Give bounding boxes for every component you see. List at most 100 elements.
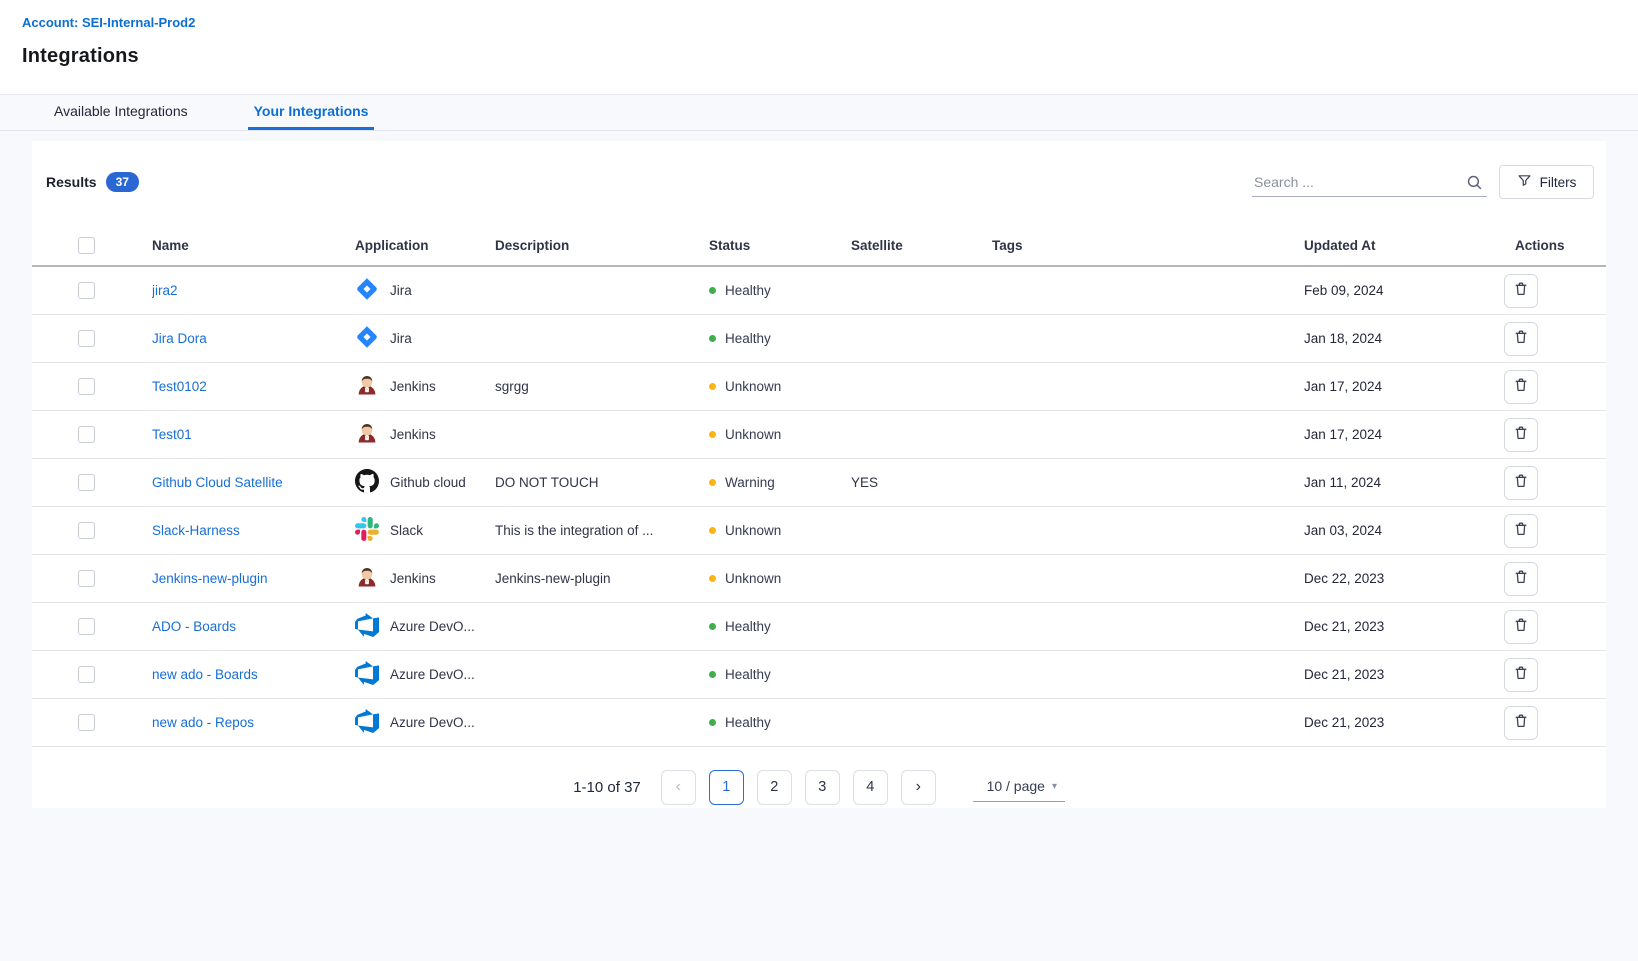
filters-button-label: Filters [1540,175,1577,190]
status-dot [709,527,716,534]
delete-button[interactable] [1504,610,1538,644]
page-size-select[interactable]: 10 / page ▾ [973,772,1065,802]
table-row: new ado - Boards Azure DevO... Healthy Dec … [32,651,1606,699]
row-checkbox[interactable] [78,618,95,635]
description-cell: DO NOT TOUCH [495,475,709,490]
trash-icon [1513,329,1529,348]
updated-at-cell: Feb 09, 2024 [1304,283,1504,298]
table-row: new ado - Repos Azure DevO... Healthy Dec 2… [32,699,1606,747]
integration-name-link[interactable]: Jenkins-new-plugin [152,571,268,586]
status-label: Healthy [725,715,771,730]
row-checkbox[interactable] [78,570,95,587]
integrations-table: Name Application Description Status Sate… [32,225,1606,747]
status-dot [709,287,716,294]
status-dot [709,335,716,342]
chevron-down-icon: ▾ [1052,781,1057,792]
page-number-buttons: 1234 [709,770,888,805]
integration-name-link[interactable]: jira2 [152,283,178,298]
delete-button[interactable] [1504,322,1538,356]
delete-button[interactable] [1504,274,1538,308]
integration-name-link[interactable]: Test01 [152,427,192,442]
page-button-1[interactable]: 1 [709,770,744,805]
integration-name-link[interactable]: Slack-Harness [152,523,240,538]
status-label: Healthy [725,331,771,346]
page-button-2[interactable]: 2 [757,770,792,805]
account-breadcrumb-link[interactable]: Account: SEI-Internal-Prod2 [22,15,195,30]
search-icon [1466,174,1483,196]
satellite-cell: YES [851,475,992,490]
tab-available-integrations[interactable]: Available Integrations [48,95,194,130]
delete-button[interactable] [1504,706,1538,740]
trash-icon [1513,281,1529,300]
updated-at-cell: Dec 22, 2023 [1304,571,1504,586]
table-row: Jira DoraJiraHealthyJan 18, 2024 [32,315,1606,363]
delete-button[interactable] [1504,466,1538,500]
application-label: Jira [390,331,412,346]
page-button-3[interactable]: 3 [805,770,840,805]
select-all-checkbox[interactable] [78,237,95,254]
filters-button[interactable]: Filters [1499,165,1594,199]
table-row: Test01JenkinsUnknownJan 17, 2024 [32,411,1606,459]
integration-name-link[interactable]: new ado - Boards [152,667,258,682]
page-header: Account: SEI-Internal-Prod2 Integrations [0,0,1638,95]
updated-at-cell: Jan 17, 2024 [1304,379,1504,394]
description-cell: Jenkins-new-plugin [495,571,709,586]
row-checkbox[interactable] [78,474,95,491]
delete-button[interactable] [1504,370,1538,404]
slack-icon [355,517,379,544]
integration-name-link[interactable]: ADO - Boards [152,619,236,634]
status-dot [709,431,716,438]
status-dot [709,383,716,390]
application-label: Azure DevO... [390,667,475,682]
page-button-4[interactable]: 4 [853,770,888,805]
integration-name-link[interactable]: new ado - Repos [152,715,254,730]
application-label: Azure DevO... [390,715,475,730]
status-label: Healthy [725,619,771,634]
status-dot [709,623,716,630]
row-checkbox[interactable] [78,426,95,443]
status-label: Healthy [725,667,771,682]
status-label: Unknown [725,523,781,538]
integration-name-link[interactable]: Jira Dora [152,331,207,346]
column-header-satellite: Satellite [851,238,992,253]
jenkins-icon [355,373,379,400]
pagination-next-button[interactable]: › [901,770,936,805]
status-label: Unknown [725,571,781,586]
updated-at-cell: Dec 21, 2023 [1304,715,1504,730]
trash-icon [1513,665,1529,684]
delete-button[interactable] [1504,418,1538,452]
row-checkbox[interactable] [78,378,95,395]
column-header-status: Status [709,238,851,253]
pagination-prev-button[interactable]: ‹ [661,770,696,805]
trash-icon [1513,617,1529,636]
updated-at-cell: Dec 21, 2023 [1304,619,1504,634]
delete-button[interactable] [1504,514,1538,548]
application-label: Azure DevO... [390,619,475,634]
tab-your-integrations[interactable]: Your Integrations [248,95,375,130]
column-header-description: Description [495,238,709,253]
status-dot [709,719,716,726]
jenkins-icon [355,421,379,448]
page-title: Integrations [22,45,1638,68]
table-row: jira2JiraHealthyFeb 09, 2024 [32,267,1606,315]
row-checkbox[interactable] [78,666,95,683]
updated-at-cell: Dec 21, 2023 [1304,667,1504,682]
row-checkbox[interactable] [78,330,95,347]
row-checkbox[interactable] [78,522,95,539]
integration-name-link[interactable]: Test0102 [152,379,207,394]
chevron-right-icon: › [916,779,921,795]
description-cell: sgrgg [495,379,709,394]
delete-button[interactable] [1504,562,1538,596]
delete-button[interactable] [1504,658,1538,692]
trash-icon [1513,713,1529,732]
row-checkbox[interactable] [78,282,95,299]
table-row: Github Cloud SatelliteGithub cloudDO NOT… [32,459,1606,507]
table-row: Slack-HarnessSlackThis is the integratio… [32,507,1606,555]
updated-at-cell: Jan 17, 2024 [1304,427,1504,442]
page-size-label: 10 / page [987,778,1045,794]
description-cell: This is the integration of ... [495,523,709,538]
azure-devops-icon [355,661,379,688]
row-checkbox[interactable] [78,714,95,731]
integration-name-link[interactable]: Github Cloud Satellite [152,475,283,490]
search-input[interactable] [1252,168,1487,197]
